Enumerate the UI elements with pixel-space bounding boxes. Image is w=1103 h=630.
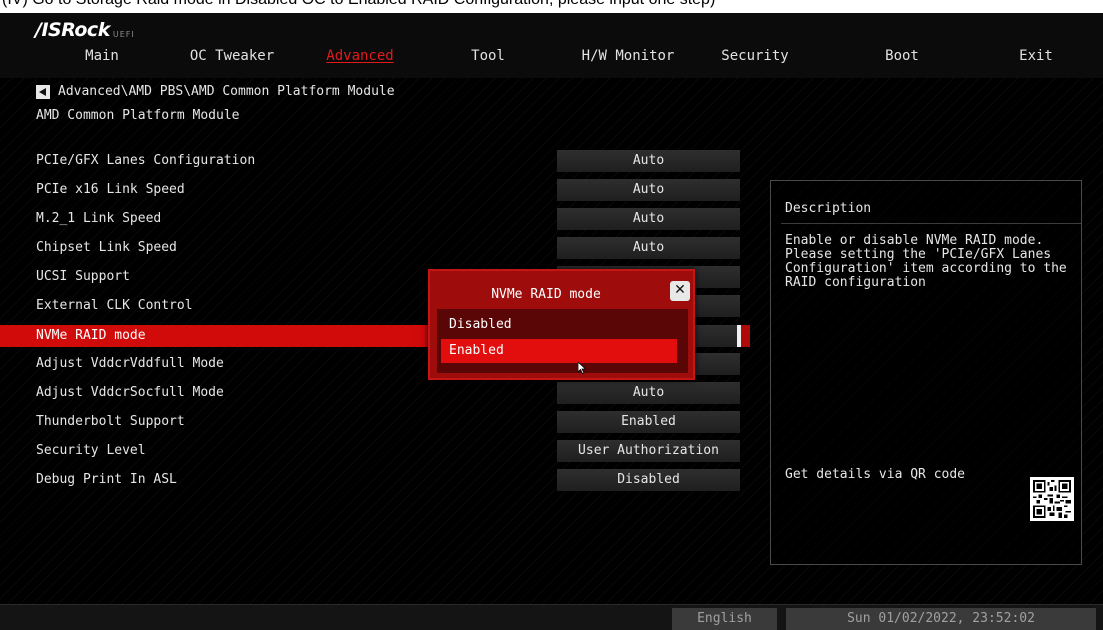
logo-text: /ISRock bbox=[35, 19, 110, 41]
setting-label: PCIe/GFX Lanes Configuration bbox=[36, 153, 256, 168]
language-button[interactable]: English bbox=[672, 608, 777, 630]
option-enabled[interactable]: Enabled bbox=[441, 339, 677, 363]
tab-advanced[interactable]: Advanced bbox=[326, 48, 393, 64]
description-text: Enable or disable NVMe RAID mode. Please… bbox=[785, 233, 1067, 290]
setting-value[interactable]: Enabled bbox=[557, 411, 740, 433]
setting-row[interactable]: PCIe x16 Link Speed Auto bbox=[0, 179, 750, 201]
caption-text: (IV) Go to Storage Raid mode in Disabled… bbox=[2, 0, 715, 9]
setting-value[interactable]: Auto bbox=[557, 179, 740, 201]
tab-exit[interactable]: Exit bbox=[1019, 48, 1053, 64]
logo-sub: UEFI bbox=[112, 30, 135, 39]
setting-label: External CLK Control bbox=[36, 298, 193, 313]
qr-label: Get details via QR code bbox=[785, 467, 966, 482]
setting-value[interactable]: Auto bbox=[557, 208, 740, 230]
scrollbar-thumb[interactable] bbox=[737, 325, 741, 347]
option-disabled[interactable]: Disabled bbox=[441, 313, 677, 337]
setting-value[interactable]: Disabled bbox=[557, 469, 740, 491]
setting-row[interactable]: Chipset Link Speed Auto bbox=[0, 237, 750, 259]
dialog-title: NVMe RAID mode bbox=[491, 287, 601, 302]
setting-label: Adjust VddcrVddfull Mode bbox=[36, 356, 224, 371]
nvme-raid-mode-dialog: NVMe RAID mode ✕ Disabled Enabled bbox=[428, 269, 695, 380]
setting-row[interactable]: Thunderbolt Support Enabled bbox=[0, 411, 750, 433]
breadcrumb: Advanced\AMD PBS\AMD Common Platform Mod… bbox=[36, 84, 395, 99]
setting-label: Chipset Link Speed bbox=[36, 240, 177, 255]
tab-tool[interactable]: Tool bbox=[471, 48, 505, 64]
date-time: Sun 01/02/2022, 23:52:02 bbox=[786, 608, 1096, 630]
tab-main[interactable]: Main bbox=[85, 48, 119, 64]
tab-oc-tweaker[interactable]: OC Tweaker bbox=[190, 48, 274, 64]
setting-label: Security Level bbox=[36, 443, 146, 458]
brand-logo: /ISRock UEFI bbox=[35, 18, 135, 40]
top-nav: Main OC Tweaker Advanced Tool H/W Monito… bbox=[0, 48, 1103, 68]
setting-label: Thunderbolt Support bbox=[36, 414, 185, 429]
setting-label: NVMe RAID mode bbox=[36, 328, 146, 343]
setting-row[interactable]: PCIe/GFX Lanes Configuration Auto bbox=[0, 150, 750, 172]
setting-row[interactable]: M.2_1 Link Speed Auto bbox=[0, 208, 750, 230]
setting-value[interactable]: Auto bbox=[557, 237, 740, 259]
setting-label: UCSI Support bbox=[36, 269, 130, 284]
footer: English Sun 01/02/2022, 23:52:02 bbox=[0, 604, 1103, 630]
option-list: Disabled Enabled bbox=[437, 309, 688, 373]
setting-value[interactable]: User Authorization bbox=[557, 440, 740, 462]
qr-code-icon bbox=[1030, 477, 1074, 521]
setting-value[interactable]: Auto bbox=[557, 382, 740, 404]
setting-label: M.2_1 Link Speed bbox=[36, 211, 162, 226]
setting-value[interactable]: Auto bbox=[557, 150, 740, 172]
close-icon[interactable]: ✕ bbox=[670, 281, 690, 301]
tab-boot[interactable]: Boot bbox=[885, 48, 919, 64]
page-title: AMD Common Platform Module bbox=[36, 108, 240, 123]
description-title: Description bbox=[785, 201, 872, 216]
tab-hw-monitor[interactable]: H/W Monitor bbox=[582, 48, 675, 64]
breadcrumb-path: Advanced\AMD PBS\AMD Common Platform Mod… bbox=[58, 84, 395, 99]
setting-label: Adjust VddcrSocfull Mode bbox=[36, 385, 224, 400]
tab-security[interactable]: Security bbox=[721, 48, 788, 64]
setting-row[interactable]: Debug Print In ASL Disabled bbox=[0, 469, 750, 491]
mouse-cursor-icon bbox=[578, 362, 587, 374]
setting-label: Debug Print In ASL bbox=[36, 472, 177, 487]
setting-label: PCIe x16 Link Speed bbox=[36, 182, 185, 197]
description-panel: Description Enable or disable NVMe RAID … bbox=[770, 180, 1082, 565]
setting-row[interactable]: Adjust VddcrSocfull Mode Auto bbox=[0, 382, 750, 404]
header: /ISRock UEFI Main OC Tweaker Advanced To… bbox=[0, 13, 1103, 78]
back-arrow-icon[interactable] bbox=[36, 84, 50, 99]
caption-strip: (IV) Go to Storage Raid mode in Disabled… bbox=[0, 0, 1103, 13]
setting-row[interactable]: Security Level User Authorization bbox=[0, 440, 750, 462]
divider bbox=[781, 223, 1081, 224]
bios-screen: (IV) Go to Storage Raid mode in Disabled… bbox=[0, 0, 1103, 630]
